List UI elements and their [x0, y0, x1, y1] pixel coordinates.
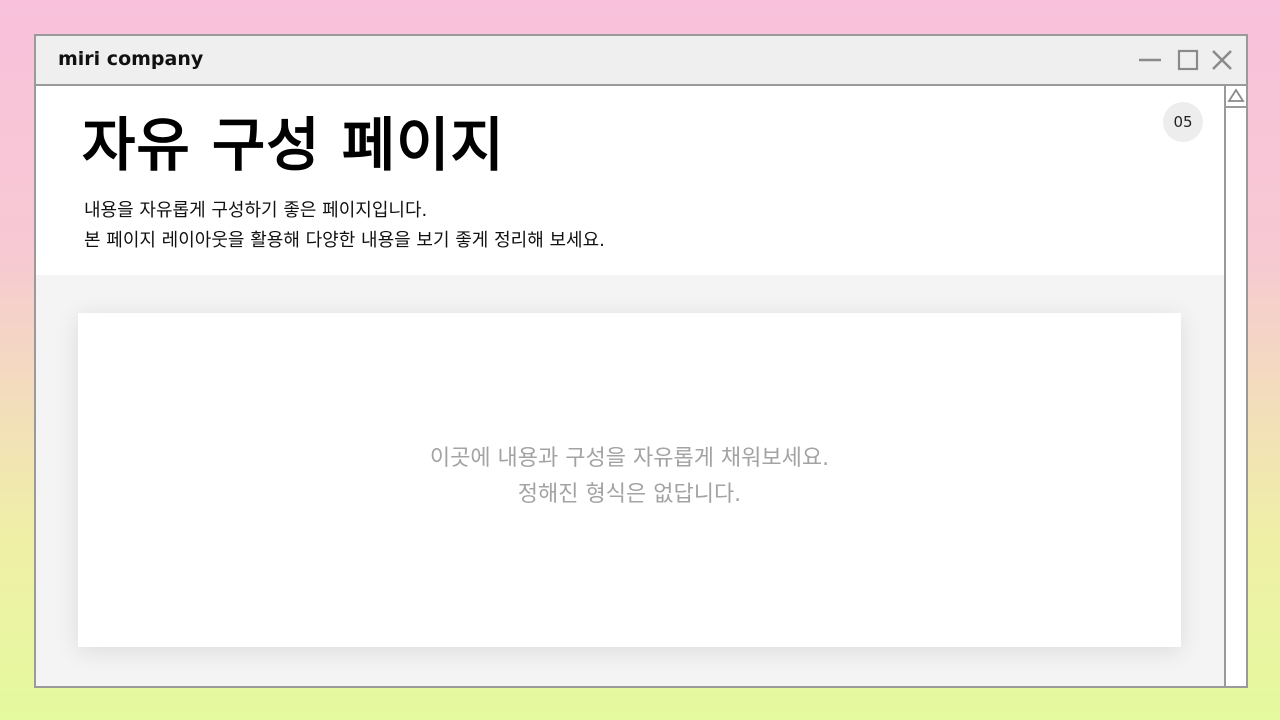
content-card: 이곳에 내용과 구성을 자유롭게 채워보세요. 정해진 형식은 없답니다.: [78, 313, 1181, 647]
placeholder-line-1: 이곳에 내용과 구성을 자유롭게 채워보세요.: [429, 446, 830, 471]
maximize-button[interactable]: [1176, 48, 1200, 72]
placeholder-line-2: 정해진 형식은 없답니다.: [517, 482, 742, 507]
card-placeholder-text: 이곳에 내용과 구성을 자유롭게 채워보세요. 정해진 형식은 없답니다.: [78, 441, 1181, 513]
description-line-1: 내용을 자유롭게 구성하기 좋은 페이지입니다.: [84, 200, 428, 221]
vertical-scrollbar[interactable]: [1224, 86, 1246, 686]
maximize-icon: [1177, 49, 1199, 71]
description-line-2: 본 페이지 레이아웃을 활용해 다양한 내용을 보기 좋게 정리해 보세요.: [84, 230, 605, 251]
content-panel: 이곳에 내용과 구성을 자유롭게 채워보세요. 정해진 형식은 없답니다.: [36, 275, 1224, 686]
minimize-icon: [1139, 58, 1161, 62]
content-area: 자유 구성 페이지 내용을 자유롭게 구성하기 좋은 페이지입니다. 본 페이지…: [36, 86, 1224, 686]
close-button[interactable]: [1210, 48, 1234, 72]
window-title: miri company: [58, 48, 204, 70]
page-description: 내용을 자유롭게 구성하기 좋은 페이지입니다. 본 페이지 레이아웃을 활용해…: [84, 196, 605, 256]
close-icon: [1212, 50, 1232, 70]
title-bar[interactable]: miri company: [36, 36, 1246, 86]
minimize-button[interactable]: [1138, 48, 1162, 72]
scroll-up-button[interactable]: [1226, 86, 1246, 108]
app-window: miri company 자유 구성 페이지 내용을 자유롭게 구성하기 좋은 …: [34, 34, 1248, 688]
page-title: 자유 구성 페이지: [82, 111, 505, 179]
page-number-badge: 05: [1163, 102, 1203, 142]
scroll-up-arrow-icon: [1227, 88, 1245, 102]
